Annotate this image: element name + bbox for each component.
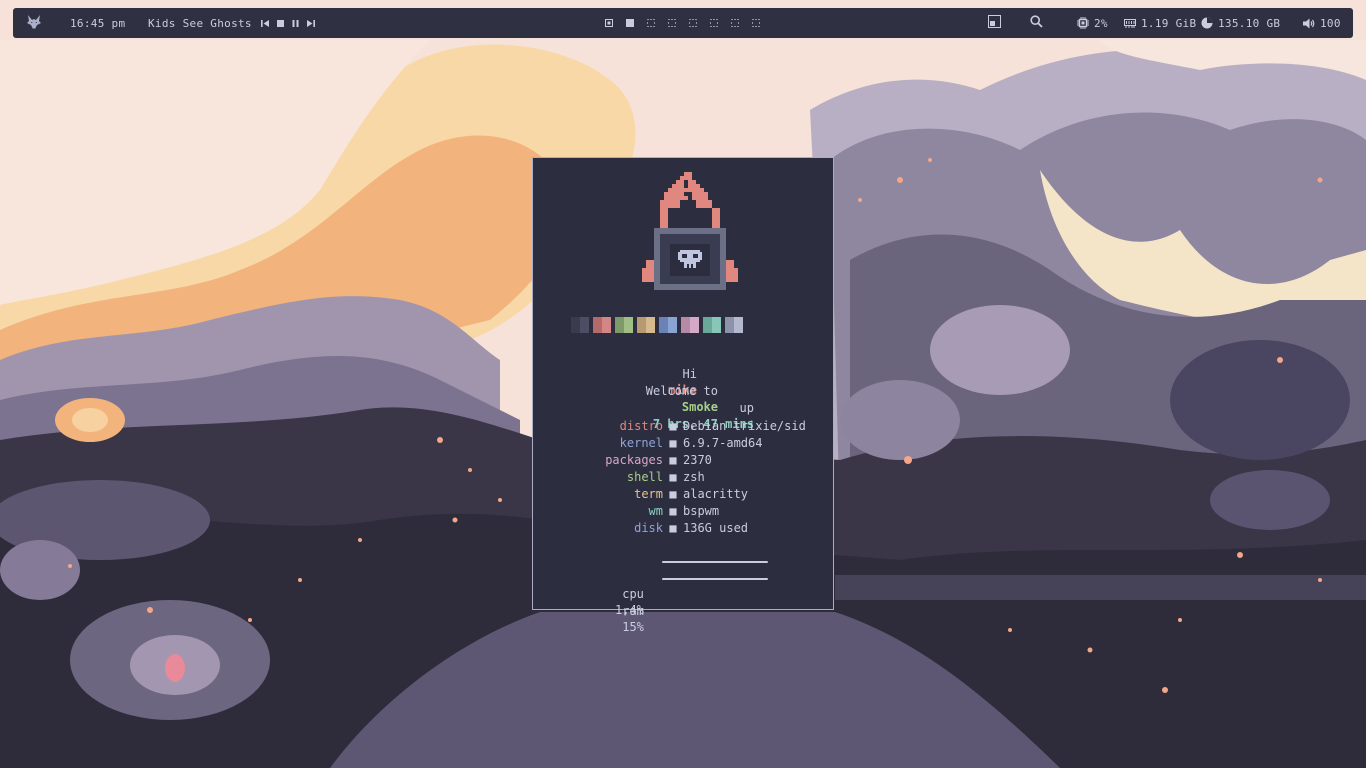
info-key: disk	[634, 521, 663, 535]
palette-swatch	[571, 317, 589, 333]
ram-meter: ram 15%	[533, 571, 833, 634]
info-separator: ■	[669, 504, 677, 518]
stop-icon[interactable]	[276, 19, 285, 28]
terminal-fetch-window[interactable]: Hi mike Welcome to Smoke up 7 hrs, 47 mi…	[532, 157, 834, 634]
info-row-distro: distro ■ Debian trixie/sid	[533, 418, 833, 434]
workspace-6-icon[interactable]	[710, 19, 718, 27]
workspace-4-icon[interactable]	[668, 19, 676, 27]
search-icon	[1030, 15, 1043, 31]
uptime-line: up 7 hrs, 47 mins	[533, 384, 754, 431]
workspace-3-icon[interactable]	[647, 19, 655, 27]
memory-usage-value: 1.19 GiB	[1141, 16, 1197, 30]
disk-usage-value: 135.10 GB	[1218, 16, 1281, 30]
info-separator: ■	[669, 453, 677, 467]
workspace-5-icon[interactable]	[689, 19, 697, 27]
info-value: bspwm	[683, 504, 720, 518]
status-bar: 16:45 pm Kids See Ghosts 2% 1.19 GiB 135…	[13, 8, 1353, 38]
volume-value: 100	[1320, 16, 1341, 30]
palette-swatch	[681, 317, 699, 333]
pixel-art-logo	[640, 172, 740, 295]
pause-icon[interactable]	[291, 19, 300, 28]
cpu-chip-icon	[1077, 17, 1089, 29]
search-button[interactable]	[1030, 8, 1043, 38]
clock-time: 16:45 pm	[70, 16, 126, 30]
info-separator: ■	[669, 521, 677, 535]
launcher-button[interactable]	[26, 8, 42, 38]
info-separator: ■	[669, 470, 677, 484]
ram-meter-bar	[662, 578, 768, 580]
color-palette	[571, 317, 743, 333]
info-row-term: term ■ alacritty	[533, 486, 833, 502]
info-separator: ■	[669, 419, 677, 433]
info-row-shell: shell ■ zsh	[533, 469, 833, 485]
palette-swatch	[659, 317, 677, 333]
info-row-packages: packages ■ 2370	[533, 452, 833, 468]
info-value: 2370	[683, 453, 712, 467]
info-row-kernel: kernel ■ 6.9.7-amd64	[533, 435, 833, 451]
palette-swatch	[725, 317, 743, 333]
ram-meter-label: ram 15%	[622, 604, 644, 634]
skip-previous-icon[interactable]	[260, 19, 270, 28]
welcome-line: Welcome to Smoke	[533, 367, 718, 414]
wolf-logo-icon	[26, 14, 42, 33]
info-separator: ■	[669, 487, 677, 501]
workspace-8-icon[interactable]	[752, 19, 760, 27]
cpu-usage-value: 2%	[1094, 16, 1108, 30]
info-value: 6.9.7-amd64	[683, 436, 763, 450]
disk-usage: 135.10 GB	[1201, 8, 1280, 38]
info-value: zsh	[683, 470, 705, 484]
info-row-wm: wm ■ bspwm	[533, 503, 833, 519]
info-key: shell	[626, 470, 663, 484]
palette-swatch	[637, 317, 655, 333]
info-value: Debian trixie/sid	[683, 419, 806, 433]
palette-swatch	[615, 317, 633, 333]
info-value: alacritty	[683, 487, 749, 501]
info-value: 136G used	[683, 521, 749, 535]
cpu-meter-bar	[662, 561, 768, 563]
pie-chart-icon	[1201, 17, 1213, 29]
workspace-2-icon[interactable]	[626, 19, 634, 27]
media-player: Kids See Ghosts	[148, 8, 321, 38]
info-separator: ■	[669, 436, 677, 450]
greeting-line: Hi mike	[533, 350, 697, 397]
workspace-7-icon[interactable]	[731, 19, 739, 27]
volume-control[interactable]: 100	[1303, 8, 1341, 38]
speaker-icon	[1303, 18, 1315, 29]
palette-swatch	[593, 317, 611, 333]
info-key: distro	[619, 419, 663, 433]
memory-icon	[1124, 18, 1136, 28]
info-key: kernel	[619, 436, 663, 450]
workspace-switcher	[605, 8, 773, 38]
workspace-1-icon[interactable]	[605, 19, 613, 27]
window-layout-icon	[988, 15, 1001, 31]
clock[interactable]: 16:45 pm	[70, 8, 125, 38]
cpu-usage: 2%	[1077, 8, 1108, 38]
info-key: packages	[605, 453, 663, 467]
info-key: term	[634, 487, 663, 501]
now-playing-title[interactable]: Kids See Ghosts	[148, 17, 252, 30]
uptime-label: up	[739, 401, 754, 415]
window-layout-button[interactable]	[988, 8, 1001, 38]
memory-usage: 1.19 GiB	[1124, 8, 1196, 38]
cpu-meter: cpu 1,4%	[533, 554, 833, 617]
skip-next-icon[interactable]	[306, 19, 315, 28]
info-row-disk: disk ■ 136G used	[533, 520, 833, 536]
ram-meter-value: 15%	[622, 620, 644, 634]
palette-swatch	[703, 317, 721, 333]
info-key: wm	[648, 504, 663, 518]
